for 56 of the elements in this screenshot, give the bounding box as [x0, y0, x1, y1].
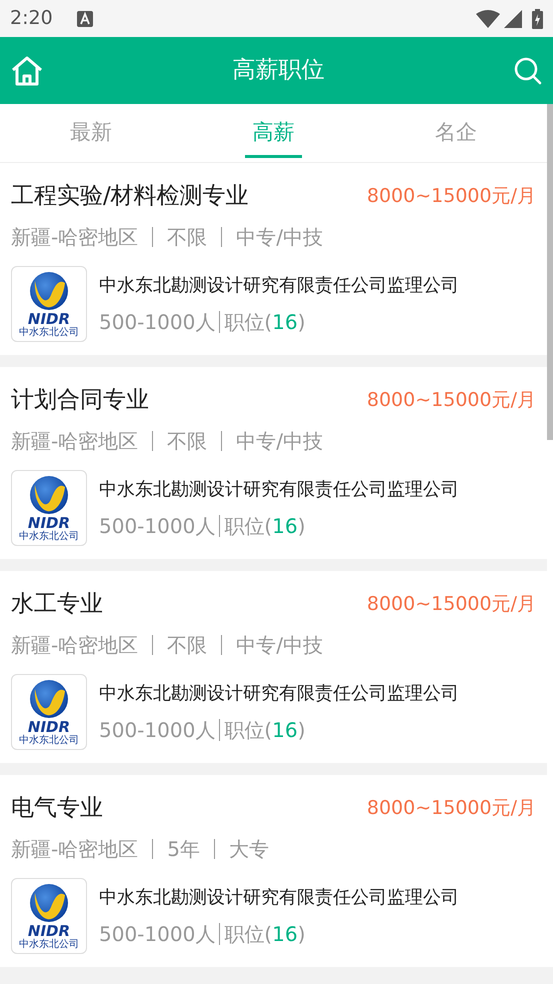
company-size: 500-1000人 — [99, 716, 216, 744]
salary: 8000~15000元/月 — [366, 796, 536, 821]
company-name: 中水东北勘测设计研究有限责任公司监理公司 — [99, 274, 459, 298]
job-meta: 中专/中技 — [236, 632, 323, 659]
job-meta: 大专 — [228, 836, 269, 863]
job-meta: 5年 — [167, 836, 200, 863]
company-name: 中水东北勘测设计研究有限责任公司监理公司 — [99, 682, 459, 706]
home-icon[interactable] — [11, 56, 43, 86]
logo-text: NIDR — [28, 310, 70, 326]
globe-icon — [29, 270, 69, 310]
notification-icon — [76, 10, 93, 26]
job-meta: 中专/中技 — [236, 428, 323, 455]
job-meta: 不限 — [167, 632, 208, 659]
job-meta: 不限 — [167, 224, 208, 251]
salary: 8000~15000元/月 — [366, 388, 536, 413]
logo-subtext: 中水东北公司 — [19, 938, 79, 950]
logo-text: NIDR — [28, 922, 70, 938]
salary: 8000~15000元/月 — [366, 184, 536, 209]
company-name: 中水东北勘测设计研究有限责任公司监理公司 — [99, 478, 459, 502]
position-count: 职位(16) — [224, 512, 306, 540]
job-title: 计划合同专业 — [11, 386, 149, 415]
globe-icon — [29, 678, 69, 718]
job-meta: 新疆-哈密地区 — [11, 836, 138, 863]
job-card[interactable]: 工程实验/材料检测专业 8000~15000元/月 新疆-哈密地区 不限 中专/中技 NIDR 中水东北公司 中水东北勘测设计研究有限责任公司监理公司 500-1000人 职位(16) — [0, 163, 547, 355]
company-size: 500-1000人 — [99, 512, 216, 540]
job-meta: 新疆-哈密地区 — [11, 632, 138, 659]
job-card[interactable]: 电气专业 8000~15000元/月 新疆-哈密地区 5年 大专 NIDR 中水东北公司 中水东北勘测设计研究有限责任公司监理公司 500-1000人 职位(16) — [0, 775, 547, 967]
logo-subtext: 中水东北公司 — [19, 530, 79, 542]
job-meta: 新疆-哈密地区 — [11, 224, 138, 251]
page-title: 高薪职位 — [232, 56, 324, 86]
job-card[interactable]: 水工专业 8000~15000元/月 新疆-哈密地区 不限 中专/中技 NIDR 中水东北公司 中水东北勘测设计研究有限责任公司监理公司 500-1000人 职位(16) — [0, 571, 547, 763]
wifi-icon — [476, 10, 500, 28]
job-title: 工程实验/材料检测专业 — [11, 182, 249, 211]
status-time: 2:20 — [10, 6, 53, 32]
globe-icon — [29, 474, 69, 514]
company-size: 500-1000人 — [99, 308, 216, 336]
logo-subtext: 中水东北公司 — [19, 326, 79, 338]
position-count: 职位(16) — [224, 308, 306, 336]
battery-icon — [532, 8, 543, 28]
globe-icon — [29, 882, 69, 922]
position-count: 职位(16) — [224, 716, 306, 744]
salary: 8000~15000元/月 — [366, 592, 536, 617]
logo-subtext: 中水东北公司 — [19, 734, 79, 746]
logo-text: NIDR — [28, 718, 70, 734]
search-icon[interactable] — [514, 56, 542, 84]
job-title: 水工专业 — [11, 590, 103, 619]
company-name: 中水东北勘测设计研究有限责任公司监理公司 — [99, 886, 459, 910]
position-count: 职位(16) — [224, 920, 306, 948]
company-size: 500-1000人 — [99, 920, 216, 948]
logo-text: NIDR — [28, 514, 70, 530]
signal-icon — [504, 10, 522, 28]
job-meta: 新疆-哈密地区 — [11, 428, 138, 455]
job-meta: 不限 — [167, 428, 208, 455]
job-title: 电气专业 — [11, 794, 103, 823]
job-card[interactable]: 计划合同专业 8000~15000元/月 新疆-哈密地区 不限 中专/中技 NIDR 中水东北公司 中水东北勘测设计研究有限责任公司监理公司 500-1000人 职位(16) — [0, 367, 547, 559]
job-meta: 中专/中技 — [236, 224, 323, 251]
